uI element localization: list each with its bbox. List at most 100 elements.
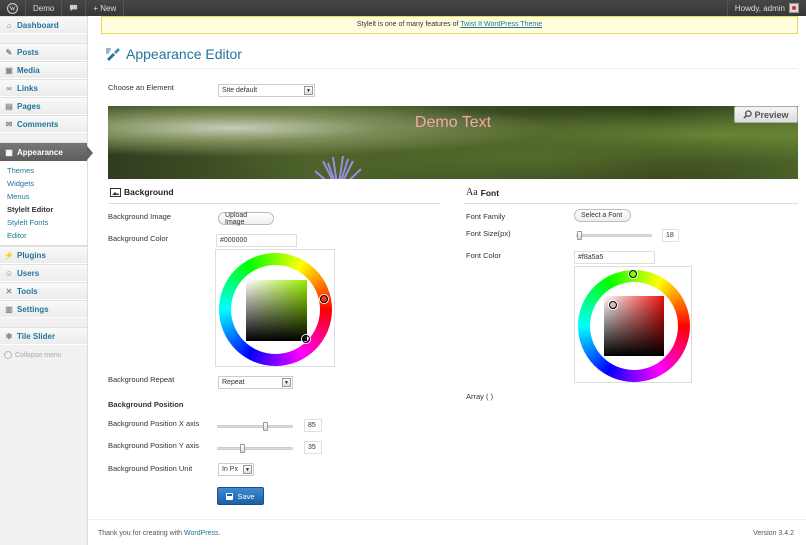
upload-image-button[interactable]: Upload Image bbox=[218, 212, 274, 226]
sidebar-item-label: Media bbox=[17, 65, 40, 75]
comment-icon: ✉ bbox=[5, 119, 13, 129]
position-y-label: Background Position Y axis bbox=[108, 441, 200, 450]
position-x-handle[interactable] bbox=[263, 422, 268, 431]
sidebar-item-label: Tile Slider bbox=[17, 331, 56, 341]
sidebar-item-posts[interactable]: ✎ Posts bbox=[0, 43, 87, 61]
preview-button-label: Preview bbox=[754, 109, 789, 120]
submenu-item-menus[interactable]: Menus bbox=[0, 190, 87, 203]
dashboard-icon: ⌂ bbox=[6, 20, 12, 30]
chevron-down-icon: ▼ bbox=[243, 465, 252, 474]
background-image-label: Background Image bbox=[108, 212, 171, 221]
font-family-label: Font Family bbox=[466, 212, 506, 221]
sidebar-item-dashboard[interactable]: ⌂ Dashboard bbox=[0, 16, 87, 34]
background-color-picker[interactable] bbox=[215, 249, 335, 367]
select-font-button[interactable]: Select a Font bbox=[574, 209, 631, 222]
comments-icon[interactable] bbox=[62, 0, 87, 16]
wordpress-logo-icon[interactable]: W bbox=[0, 0, 26, 16]
submenu-item-editor[interactable]: Editor bbox=[0, 229, 87, 242]
font-size-slider[interactable] bbox=[576, 231, 652, 240]
sidebar-item-media[interactable]: ▣ Media bbox=[0, 61, 87, 79]
appearance-icon: ▦ bbox=[5, 147, 13, 157]
font-shade-marker[interactable] bbox=[609, 301, 617, 309]
notice-text: Stylelt is one of many features of bbox=[356, 21, 461, 28]
sidebar-item-label: Links bbox=[17, 83, 38, 93]
sidebar-item-settings[interactable]: ▥ Settings bbox=[0, 300, 87, 318]
sidebar-item-tools[interactable]: ✕ Tools bbox=[0, 282, 87, 300]
position-y-slider[interactable] bbox=[217, 444, 293, 453]
position-y-input[interactable]: 35 bbox=[304, 441, 322, 454]
position-unit-select[interactable]: In Px ▼ bbox=[218, 463, 254, 476]
sidebar-item-label: Tools bbox=[17, 286, 38, 296]
sidebar-item-label: Settings bbox=[17, 304, 49, 314]
new-content-link[interactable]: + New bbox=[86, 0, 125, 16]
font-section-title: Aa Font bbox=[466, 187, 499, 198]
sidebar-item-plugins[interactable]: ⚡ Plugins bbox=[0, 246, 87, 264]
sidebar-item-links[interactable]: ∞ Links bbox=[0, 79, 87, 97]
font-size-handle[interactable] bbox=[577, 231, 582, 240]
image-icon bbox=[110, 187, 121, 197]
background-repeat-select[interactable]: Repeat ▼ bbox=[218, 376, 293, 389]
sidebar-item-users[interactable]: ☺ Users bbox=[0, 264, 87, 282]
sidebar-item-label: Appearance bbox=[17, 147, 63, 157]
font-size-input[interactable]: 18 bbox=[662, 229, 679, 242]
floppy-disk-icon bbox=[226, 492, 234, 500]
font-color-input[interactable]: #f8a5a5 bbox=[574, 251, 655, 264]
submenu-item-themes[interactable]: Themes bbox=[0, 164, 87, 177]
flower-image bbox=[314, 155, 362, 179]
sidebar-item-label: Comments bbox=[17, 119, 59, 129]
wordpress-link[interactable]: WordPress bbox=[184, 530, 219, 537]
position-x-input[interactable]: 85 bbox=[304, 419, 322, 432]
sidebar-item-label: Dashboard bbox=[17, 20, 59, 30]
font-color-label: Font Color bbox=[466, 251, 502, 260]
save-button-label: Save bbox=[237, 491, 255, 501]
sidebar-item-label: Plugins bbox=[17, 250, 46, 260]
page-header: Appearance Editor bbox=[104, 40, 798, 69]
preview-button[interactable]: Preview bbox=[734, 106, 798, 123]
footer-thanks-text: Thank you for creating with bbox=[98, 530, 184, 537]
preview-banner: Demo Text bbox=[108, 106, 798, 179]
theme-notice: Stylelt is one of many features of Twist… bbox=[101, 16, 798, 34]
background-color-label: Background Color bbox=[108, 234, 169, 243]
font-icon: Aa bbox=[466, 187, 478, 198]
element-select[interactable]: Site default ▼ bbox=[218, 84, 315, 97]
admin-bar: W Demo + New Howdy, admin bbox=[0, 0, 806, 16]
slider-icon: ✱ bbox=[5, 331, 13, 341]
admin-sidebar: ⌂ Dashboard ✎ Posts ▣ Media ∞ Links ▤ Pages ✉… bbox=[0, 16, 93, 545]
collapse-menu-button[interactable]: Collapse menu bbox=[0, 345, 87, 365]
background-position-heading: Background Position bbox=[108, 400, 184, 409]
save-button[interactable]: Save bbox=[217, 487, 264, 505]
svg-text:W: W bbox=[9, 6, 15, 12]
position-x-slider[interactable] bbox=[217, 422, 293, 431]
pin-icon: ✎ bbox=[5, 47, 13, 57]
background-shade-marker[interactable] bbox=[302, 335, 310, 343]
background-saturation-square[interactable] bbox=[246, 280, 307, 341]
sidebar-item-tile-slider[interactable]: ✱ Tile Slider bbox=[0, 327, 87, 345]
position-y-handle[interactable] bbox=[240, 444, 245, 453]
background-hue-marker[interactable] bbox=[320, 295, 328, 303]
footer-thanks: Thank you for creating with WordPress. bbox=[98, 530, 220, 537]
notice-theme-link[interactable]: Twist It WordPress Theme bbox=[460, 21, 542, 28]
sidebar-item-pages[interactable]: ▤ Pages bbox=[0, 97, 87, 115]
submenu-item-widgets[interactable]: Widgets bbox=[0, 177, 87, 190]
submenu-item-stylelt-fonts[interactable]: Stylelt Fonts bbox=[0, 216, 87, 229]
font-title-text: Font bbox=[480, 187, 500, 198]
background-section-title: Background bbox=[110, 187, 174, 197]
font-color-picker[interactable] bbox=[574, 266, 692, 383]
sidebar-item-comments[interactable]: ✉ Comments bbox=[0, 115, 87, 133]
position-x-label: Background Position X axis bbox=[108, 419, 200, 428]
position-unit-label: Background Position Unit bbox=[108, 464, 193, 473]
background-color-input[interactable]: #000000 bbox=[216, 234, 297, 247]
footer: Thank you for creating with WordPress. V… bbox=[88, 519, 806, 545]
pages-icon: ▤ bbox=[5, 101, 13, 111]
settings-icon: ▥ bbox=[5, 304, 13, 314]
chevron-down-icon: ▼ bbox=[304, 86, 313, 95]
font-hue-marker[interactable] bbox=[629, 270, 637, 278]
tools-icon: ✕ bbox=[5, 286, 13, 296]
position-unit-value: In Px bbox=[222, 466, 238, 473]
site-name-link[interactable]: Demo bbox=[26, 0, 63, 16]
sidebar-item-appearance[interactable]: ▦ Appearance bbox=[0, 142, 93, 162]
array-debug-text: Array ( ) bbox=[466, 392, 494, 401]
background-divider bbox=[108, 203, 440, 204]
submenu-item-stylelt-editor[interactable]: Stylelt Editor bbox=[0, 203, 87, 216]
my-account-link[interactable]: Howdy, admin bbox=[726, 0, 806, 16]
